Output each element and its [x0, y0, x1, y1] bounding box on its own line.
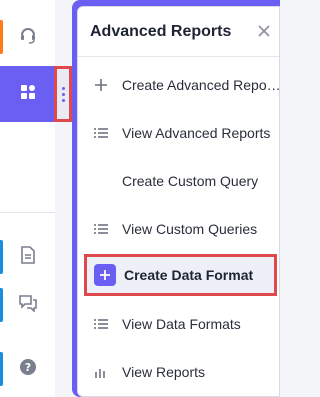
close-icon[interactable]	[257, 24, 271, 38]
rail-active-item[interactable]	[0, 66, 55, 122]
chat-icon	[18, 294, 37, 317]
menu-item-view-reports[interactable]: View Reports	[78, 355, 279, 389]
advanced-reports-panel: Advanced Reports Create Advanced Reports…	[77, 6, 280, 397]
bar-chart-icon	[92, 363, 110, 381]
rail-divider	[0, 212, 55, 213]
list-icon	[92, 220, 110, 238]
blank-icon	[92, 172, 110, 190]
menu-item-view-advanced-reports[interactable]: View Advanced Reports	[78, 116, 279, 150]
svg-text:?: ?	[24, 361, 30, 374]
panel-header: Advanced Reports	[78, 7, 279, 57]
menu-item-view-data-formats[interactable]: View Data Formats	[78, 307, 279, 341]
dashboard-icon	[20, 84, 36, 105]
menu-item-create-custom-query[interactable]: Create Custom Query	[78, 164, 279, 198]
headset-icon	[19, 26, 37, 49]
menu-item-label: View Advanced Reports	[122, 125, 271, 141]
menu-item-label: Create Custom Query	[122, 173, 259, 189]
menu-item-label: View Reports	[122, 364, 206, 380]
drag-handle-icon	[61, 86, 65, 102]
help-button[interactable]: ?	[0, 352, 55, 386]
document-button[interactable]	[0, 240, 55, 274]
left-rail: ?	[0, 0, 55, 397]
menu-item-view-custom-queries[interactable]: View Custom Queries	[78, 212, 279, 246]
panel-drag-handle[interactable]	[54, 66, 72, 122]
dashboard-button[interactable]	[0, 66, 55, 122]
help-icon: ?	[19, 358, 37, 381]
list-icon	[92, 124, 110, 142]
menu-item-create-advanced-reports[interactable]: Create Advanced Reports	[78, 68, 280, 102]
menu-item-create-data-format[interactable]: Create Data Format	[84, 254, 277, 296]
list-icon	[92, 315, 110, 333]
menu-item-label: View Custom Queries	[122, 221, 258, 237]
document-icon	[20, 245, 36, 269]
plus-icon	[94, 264, 116, 286]
menu-item-label: View Data Formats	[122, 316, 241, 332]
menu-item-label: Create Data Format	[124, 267, 254, 283]
chat-button[interactable]	[0, 288, 55, 322]
headset-button[interactable]	[0, 20, 55, 54]
panel-title: Advanced Reports	[90, 22, 232, 40]
menu-item-label: Create Advanced Reports	[121, 77, 280, 93]
plus-icon	[92, 76, 110, 94]
